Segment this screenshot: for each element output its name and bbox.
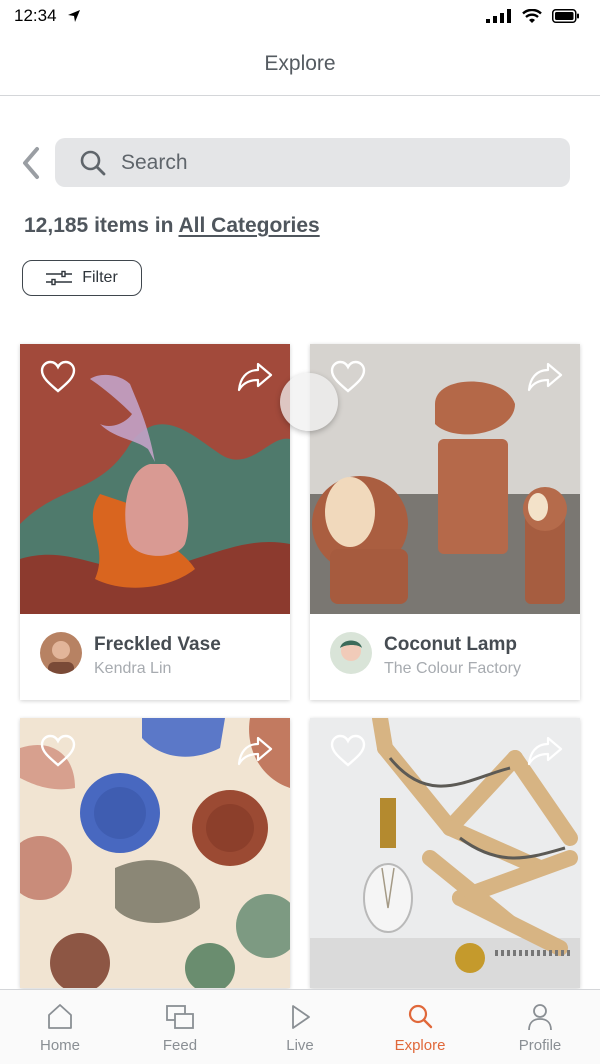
tab-label: Profile (518, 1037, 562, 1054)
wifi-icon (522, 8, 542, 23)
search-icon (408, 1004, 433, 1029)
results-count-text: 12,185 items in (24, 214, 179, 237)
share-icon[interactable] (526, 360, 564, 392)
search-placeholder: Search (121, 150, 188, 174)
product-card[interactable]: Freckled Vase Kendra Lin (20, 344, 290, 700)
battery-icon (552, 9, 579, 23)
item-title[interactable]: Coconut Lamp (384, 634, 517, 656)
heart-icon[interactable] (40, 734, 76, 768)
status-time: 12:34 (14, 6, 57, 25)
sliders-icon (46, 270, 73, 286)
feed-icon (166, 1005, 194, 1029)
tab-explore[interactable]: Explore (360, 990, 480, 1064)
nav-bar: Explore (0, 32, 600, 96)
results-count: 12,185 items in All Categories (24, 214, 320, 238)
item-author[interactable]: Kendra Lin (94, 660, 171, 678)
product-image[interactable] (20, 344, 290, 614)
product-card[interactable]: Coconut Lamp The Colour Factory (310, 344, 580, 700)
share-icon[interactable] (236, 734, 274, 766)
search-icon (79, 149, 107, 177)
filter-label: Filter (82, 269, 118, 286)
heart-icon[interactable] (330, 734, 366, 768)
card-info: Coconut Lamp The Colour Factory (310, 614, 580, 700)
category-link[interactable]: All Categories (178, 214, 319, 237)
tab-bar: Home Feed Live Explore Profile (0, 989, 600, 1064)
home-icon (48, 1004, 72, 1029)
share-icon[interactable] (236, 360, 274, 392)
back-button[interactable] (16, 144, 46, 182)
item-title[interactable]: Freckled Vase (94, 634, 221, 656)
product-card[interactable] (310, 718, 580, 988)
tab-label: Home (39, 1037, 80, 1054)
filter-button[interactable]: Filter (22, 260, 142, 296)
play-icon (292, 1005, 310, 1029)
touch-indicator (280, 373, 338, 431)
product-card[interactable] (20, 718, 290, 988)
profile-icon (528, 1004, 552, 1031)
location-arrow-icon (67, 10, 80, 22)
tab-label: Feed (162, 1037, 198, 1054)
search-input[interactable]: Search (55, 138, 570, 187)
tab-live[interactable]: Live (240, 990, 360, 1064)
product-image[interactable] (310, 718, 580, 988)
heart-icon[interactable] (40, 360, 76, 394)
tab-label: Explore (394, 1037, 446, 1054)
signal-icon (486, 9, 511, 23)
card-info: Freckled Vase Kendra Lin (20, 614, 290, 700)
chevron-left-icon (23, 147, 39, 179)
tab-feed[interactable]: Feed (120, 990, 240, 1064)
heart-icon[interactable] (330, 360, 366, 394)
item-author[interactable]: The Colour Factory (384, 660, 521, 678)
share-icon[interactable] (526, 734, 564, 766)
page-title: Explore (264, 51, 336, 75)
avatar (330, 632, 372, 674)
search-row: Search (0, 138, 600, 188)
status-bar: 12:34 (0, 0, 600, 32)
product-image[interactable] (20, 718, 290, 988)
product-image[interactable] (310, 344, 580, 614)
tab-home[interactable]: Home (0, 990, 120, 1064)
tab-profile[interactable]: Profile (480, 990, 600, 1064)
avatar (40, 632, 82, 674)
tab-label: Live (286, 1037, 314, 1054)
